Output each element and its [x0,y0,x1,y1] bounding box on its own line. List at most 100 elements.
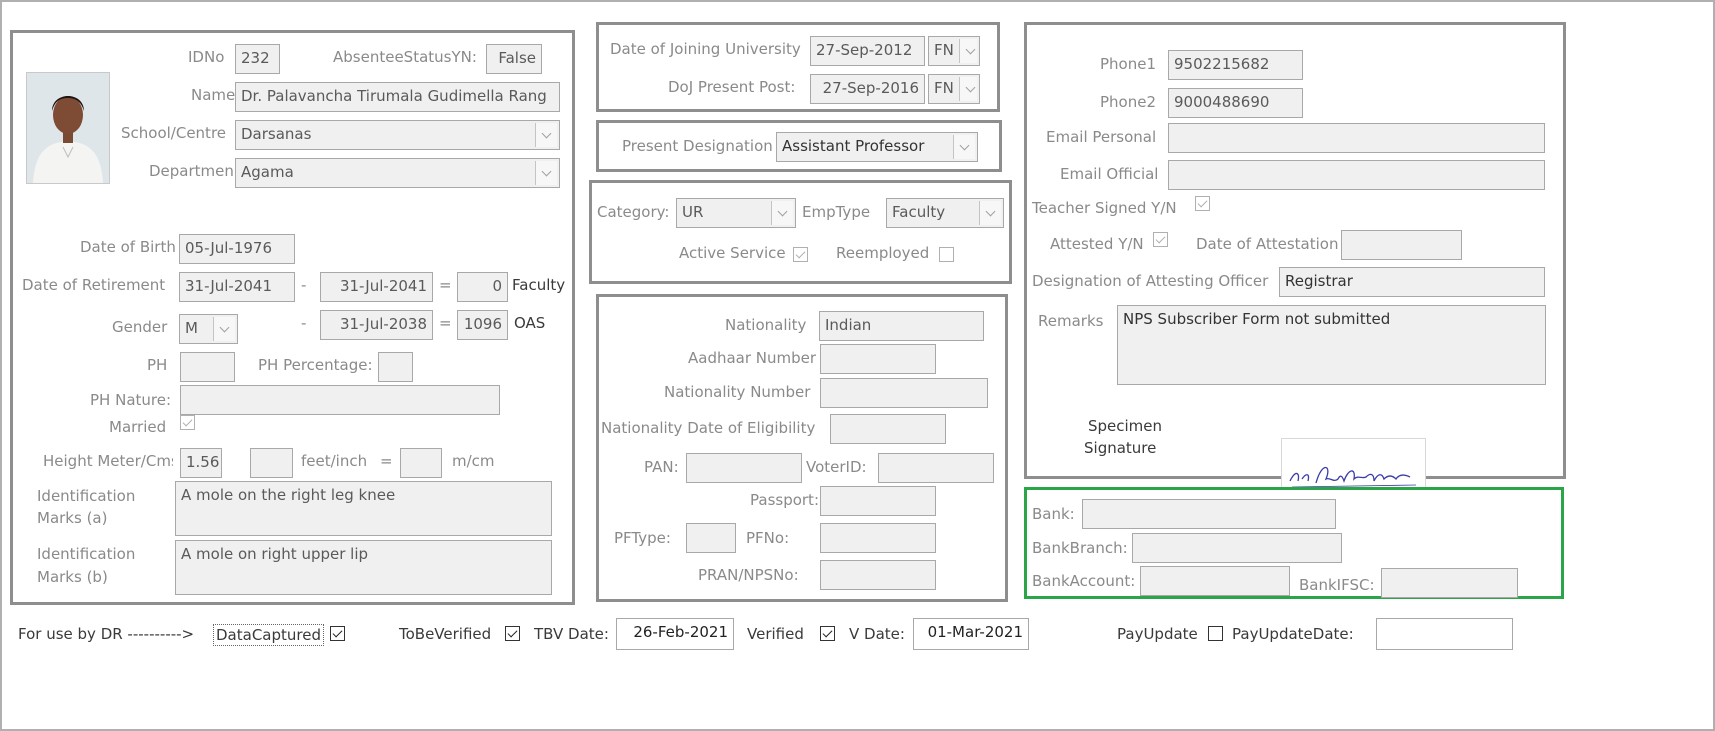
designation-label: Present Designation [622,137,773,155]
retirement-field[interactable]: 31-Jul-2041 [179,272,295,302]
height-field[interactable]: 1.56 [180,448,222,478]
ret-faculty-label: Faculty [512,276,566,294]
ph-nature-field[interactable] [180,385,500,415]
gender-select[interactable]: M [179,314,238,344]
name-field[interactable]: Dr. Palavancha Tirumala Gudimella Rang [235,82,560,112]
pftype-field[interactable] [686,523,736,553]
school-select[interactable]: Darsanas [235,120,560,150]
emptype-select[interactable]: Faculty [886,198,1004,228]
emptype-value: Faculty [892,203,946,221]
data-captured-label: DataCaptured [213,624,324,646]
pan-field[interactable] [686,453,802,483]
department-select[interactable]: Agama [235,158,560,188]
height-feet-field[interactable] [250,448,293,478]
attesting-officer-field[interactable]: Registrar [1279,267,1545,297]
email-personal-label: Email Personal [1046,128,1157,146]
chevron-down-icon[interactable] [959,77,977,101]
bank-field[interactable] [1082,499,1336,529]
absentee-label: AbsenteeStatusYN: [333,48,477,66]
teacher-signed-checkbox[interactable] [1195,196,1210,211]
bank-branch-field[interactable] [1132,533,1342,563]
designation-select[interactable]: Assistant Professor [776,132,978,162]
category-panel [589,180,1012,284]
ret-faculty-date-field[interactable]: 31-Jul-2041 [320,272,433,302]
nationality-number-field[interactable] [820,378,988,408]
gender-label: Gender [112,318,168,336]
dob-field[interactable]: 05-Jul-1976 [179,234,295,264]
bank-account-field[interactable] [1140,566,1290,596]
nationality-date-field[interactable] [830,414,946,444]
bank-branch-label: BankBranch: [1032,539,1128,557]
attested-checkbox[interactable] [1153,232,1168,247]
pay-update-date-field[interactable] [1376,618,1513,650]
pay-update-label: PayUpdate [1117,625,1198,643]
data-captured-checkbox[interactable] [330,626,345,641]
active-service-checkbox[interactable] [793,247,808,262]
doj-univ-label: Date of Joining University [610,40,801,58]
chevron-down-icon[interactable] [979,201,1001,225]
chevron-down-icon[interactable] [771,201,793,225]
ph-percentage-field[interactable] [378,352,413,382]
aadhaar-label: Aadhaar Number [688,349,817,367]
chevron-down-icon[interactable] [535,161,557,185]
ph-field[interactable] [180,352,235,382]
doj-univ-session-value: FN [934,41,954,59]
department-value: Agama [241,163,294,181]
ph-nature-label: PH Nature: [90,391,172,409]
nationality-field[interactable]: Indian [819,311,984,341]
idno-field[interactable]: 232 [235,44,280,74]
doj-univ-field[interactable]: 27-Sep-2012 [810,36,925,66]
id-marks-a-label: Identification [37,487,136,505]
reemployed-checkbox[interactable] [939,247,954,262]
bank-ifsc-label: BankIFSC: [1299,576,1375,594]
ret-oas-date-field[interactable]: 31-Jul-2038 [320,310,433,340]
chevron-down-icon[interactable] [213,317,235,341]
verified-checkbox[interactable] [820,626,835,641]
pran-field[interactable] [820,560,936,590]
to-be-verified-checkbox[interactable] [505,626,520,641]
passport-field[interactable] [820,486,936,516]
doj-post-field[interactable]: 27-Sep-2016 [810,74,925,104]
chevron-down-icon[interactable] [959,39,977,63]
ret-oas-days-field[interactable]: 1096 [457,310,508,340]
doj-univ-session-select[interactable]: FN [928,36,980,66]
tbv-date-field[interactable]: 26-Feb-2021 [616,618,734,650]
chevron-down-icon[interactable] [535,123,557,147]
phone1-field[interactable]: 9502215682 [1168,50,1303,80]
eq-3: = [380,452,393,470]
feet-inch-label: feet/inch [301,452,368,470]
id-marks-a-label-2: Marks (a) [37,509,108,527]
email-official-field[interactable] [1168,160,1545,190]
voterid-field[interactable] [878,453,994,483]
absentee-field[interactable]: False [486,44,542,74]
doj-post-label: DoJ Present Post: [668,78,796,96]
height-label: Height Meter/Cms [43,452,173,470]
phone2-field[interactable]: 9000488690 [1168,88,1303,118]
ret-faculty-days-field[interactable]: 0 [457,272,508,302]
id-marks-b-label-2: Marks (b) [37,568,108,586]
aadhaar-field[interactable] [820,344,936,374]
bank-ifsc-field[interactable] [1381,568,1518,598]
married-checkbox[interactable] [180,415,195,430]
remarks-field[interactable]: NPS Subscriber Form not submitted [1117,305,1546,385]
pay-update-checkbox[interactable] [1208,626,1223,641]
nationality-label: Nationality [725,316,807,334]
v-date-field[interactable]: 01-Mar-2021 [913,618,1029,650]
id-marks-b-field[interactable]: A mole on right upper lip [175,540,552,595]
doj-post-session-select[interactable]: FN [928,74,980,104]
passport-label: Passport: [750,491,819,509]
v-date-label: V Date: [849,625,905,643]
email-personal-field[interactable] [1168,123,1545,153]
attestation-date-label: Date of Attestation [1196,235,1339,253]
height-m-field[interactable] [400,448,442,478]
attested-label: Attested Y/N [1050,235,1144,253]
nationality-number-label: Nationality Number [664,383,811,401]
pfno-field[interactable] [820,523,936,553]
attestation-date-field[interactable] [1341,230,1462,260]
category-select[interactable]: UR [676,198,796,228]
dash-1: - [301,276,307,294]
id-marks-a-field[interactable]: A mole on the right leg knee [175,481,552,536]
chevron-down-icon[interactable] [953,135,975,159]
pan-label: PAN: [644,458,679,476]
school-value: Darsanas [241,125,312,143]
